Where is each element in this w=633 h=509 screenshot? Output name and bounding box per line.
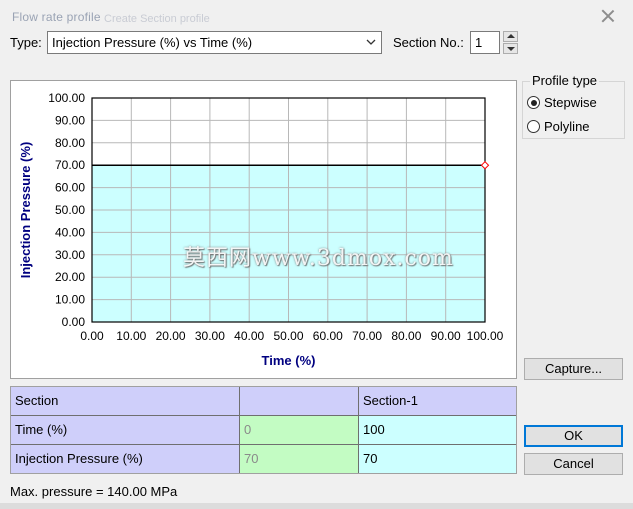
table-cell-pressure-start: 70: [240, 445, 359, 473]
y-tick-label: 40.00: [55, 225, 85, 239]
underlying-window-strip: [0, 503, 633, 509]
x-tick-label: 100.00: [467, 329, 504, 343]
section-no-input[interactable]: 1: [470, 31, 500, 54]
chevron-down-icon: [366, 39, 376, 45]
spin-down-button[interactable]: [503, 43, 518, 54]
section-no-label: Section No.:: [393, 35, 464, 50]
x-tick-label: 50.00: [273, 329, 303, 343]
x-tick-label: 0.00: [80, 329, 104, 343]
y-tick-label: 90.00: [55, 113, 85, 127]
y-tick-label: 0.00: [62, 315, 86, 329]
x-tick-label: 90.00: [431, 329, 461, 343]
profile-type-legend: Profile type: [530, 73, 600, 88]
y-tick-label: 100.00: [48, 91, 85, 105]
y-tick-label: 10.00: [55, 293, 85, 307]
y-tick-label: 50.00: [55, 203, 85, 217]
table-cell-pressure-end[interactable]: 70: [359, 445, 516, 473]
window-ghost-title: Create Section profile: [104, 13, 210, 25]
radio-polyline-label: Polyline: [544, 119, 590, 134]
table-header-section: Section: [11, 387, 240, 416]
y-tick-label: 60.00: [55, 181, 85, 195]
x-axis-label: Time (%): [262, 353, 316, 368]
x-tick-label: 70.00: [352, 329, 382, 343]
x-tick-label: 20.00: [156, 329, 186, 343]
type-dropdown-value: Injection Pressure (%) vs Time (%): [52, 35, 253, 50]
y-tick-label: 80.00: [55, 136, 85, 150]
y-tick-label: 70.00: [55, 158, 85, 172]
cancel-button[interactable]: Cancel: [524, 453, 623, 475]
profile-chart: 0.00 10.00 20.00 30.00 40.00 50.00 60.00 70.00 8…: [18, 91, 504, 368]
x-tick-label: 60.00: [313, 329, 343, 343]
section-table: Section Section-1 Time (%) 0 100 Injecti…: [10, 386, 517, 474]
y-axis-label: Injection Pressure (%): [18, 142, 33, 279]
table-cell-time-end[interactable]: 100: [359, 416, 516, 445]
type-label: Type:: [10, 35, 42, 50]
title-bar: Flow rate profile Create Section profile: [0, 0, 633, 30]
y-tick-label: 30.00: [55, 248, 85, 262]
table-header-blank: [240, 387, 359, 416]
max-pressure-status: Max. pressure = 140.00 MPa: [10, 484, 178, 499]
flow-rate-profile-dialog: Flow rate profile Create Section profile…: [0, 0, 633, 509]
table-cell-time-start: 0: [240, 416, 359, 445]
close-icon[interactable]: [601, 9, 615, 23]
window-title: Flow rate profile: [12, 10, 101, 24]
section-no-spinner: [503, 31, 518, 54]
x-tick-label: 80.00: [391, 329, 421, 343]
radio-stepwise-label: Stepwise: [544, 95, 597, 110]
ok-button[interactable]: OK: [524, 425, 623, 447]
chart-panel: 0.00 10.00 20.00 30.00 40.00 50.00 60.00 70.00 8…: [10, 80, 517, 379]
table-row-label: Injection Pressure (%): [11, 445, 240, 473]
radio-stepwise[interactable]: Stepwise: [527, 95, 597, 110]
spin-up-button[interactable]: [503, 31, 518, 42]
radio-polyline-dot[interactable]: [527, 120, 540, 133]
y-tick-label: 20.00: [55, 270, 85, 284]
capture-button[interactable]: Capture...: [524, 358, 623, 380]
table-row-label: Time (%): [11, 416, 240, 445]
table-header-section-1: Section-1: [359, 387, 516, 416]
radio-polyline[interactable]: Polyline: [527, 119, 590, 134]
radio-stepwise-dot[interactable]: [527, 96, 540, 109]
type-dropdown[interactable]: Injection Pressure (%) vs Time (%): [47, 31, 382, 54]
x-tick-label: 30.00: [195, 329, 225, 343]
x-tick-label: 10.00: [116, 329, 146, 343]
x-tick-label: 40.00: [234, 329, 264, 343]
